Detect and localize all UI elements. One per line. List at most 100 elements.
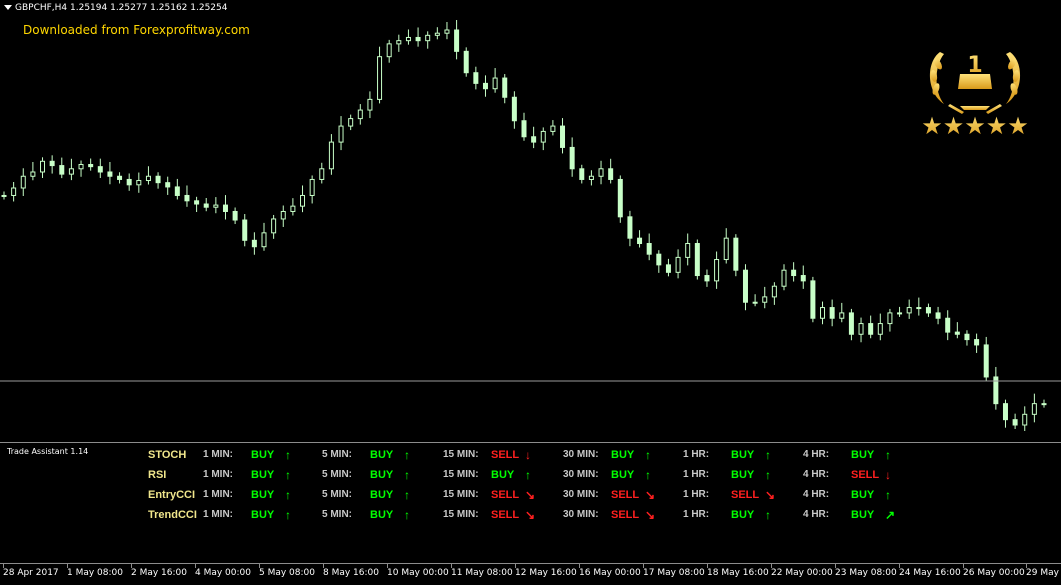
candle-body	[685, 243, 691, 258]
badge-number: 1	[967, 53, 982, 78]
timeframe-label: 1 MIN:	[203, 469, 233, 480]
candle-body	[964, 333, 970, 341]
timeframe-label: 1 HR:	[683, 509, 710, 520]
time-label: 11 May 08:00	[451, 568, 513, 578]
candle-body	[261, 232, 267, 248]
candle-body	[126, 178, 132, 186]
candle-body	[107, 171, 113, 177]
arrow-up-icon: ↑	[765, 448, 771, 462]
candlestick-chart	[0, 20, 1061, 431]
candle-body	[916, 307, 922, 310]
watermark-text: Downloaded from Forexprofitway.com	[23, 23, 250, 37]
timeframe-label: 4 HR:	[803, 489, 830, 500]
signal-label: SELL	[611, 509, 640, 521]
candle-body	[848, 312, 854, 335]
signal-label: BUY	[851, 489, 875, 501]
timeframe-label: 30 MIN:	[563, 449, 599, 460]
candle-body	[714, 259, 720, 282]
timeframe-label: 30 MIN:	[563, 489, 599, 500]
trade-assistant-panel: Trade Assistant 1.14 STOCH 1 MIN: BUY ↑ 5 MI…	[0, 444, 1061, 564]
candle-body	[117, 175, 123, 180]
arrow-down-icon: ↘	[645, 488, 656, 502]
arrow-down-icon: ↘	[765, 488, 776, 502]
signal-label: BUY	[251, 449, 275, 461]
candle-body	[232, 210, 238, 221]
arrow-up-icon: ↑	[885, 448, 891, 462]
timeframe-label: 5 MIN:	[322, 509, 352, 520]
timeframe-label: 5 MIN:	[322, 489, 352, 500]
candle-body	[145, 175, 151, 182]
price-chart[interactable]: GBPCHF,H4 1.25194 1.25277 1.25162 1.2525…	[0, 0, 1061, 443]
candle-body	[810, 280, 816, 319]
arrow-up-icon: ↑	[645, 468, 651, 482]
time-label: 22 May 00:00	[771, 568, 833, 578]
candle-body	[1, 194, 7, 197]
rating-stars: ★★★★★	[921, 112, 1029, 140]
signal-label: BUY	[731, 449, 755, 461]
time-label: 16 May 00:00	[579, 568, 641, 578]
candle-body	[608, 168, 614, 180]
candle-body	[174, 186, 180, 196]
time-label: 10 May 00:00	[387, 568, 449, 578]
time-label: 17 May 08:00	[643, 568, 705, 578]
candle-body	[945, 317, 951, 333]
candle-body	[222, 204, 228, 212]
timeframe-label: 30 MIN:	[563, 509, 599, 520]
time-label: 1 May 08:00	[67, 568, 123, 578]
candle-body	[704, 275, 710, 282]
candle-body	[377, 56, 383, 100]
indicator-name: TrendCCI	[148, 509, 197, 521]
time-label: 29 May	[1026, 568, 1059, 578]
candle-body	[357, 109, 363, 120]
candle-body	[637, 237, 643, 245]
candle-body	[444, 29, 450, 34]
trophy-badge-icon: 1 ★★★★★	[921, 52, 1029, 140]
candle-body	[617, 178, 623, 218]
candle-body	[242, 219, 248, 241]
candle-body	[742, 269, 748, 303]
candle-body	[405, 36, 411, 42]
candle-body	[694, 243, 700, 277]
time-label: 5 May 08:00	[259, 568, 315, 578]
signal-label: BUY	[731, 509, 755, 521]
signal-label: SELL	[491, 509, 520, 521]
candle-body	[367, 98, 373, 111]
candle-body	[338, 125, 344, 143]
candle-body	[425, 34, 431, 42]
candle-body	[771, 285, 777, 298]
candle-body	[348, 118, 354, 127]
signal-row: EntryCCI 1 MIN: BUY ↑ 5 MIN: BUY ↑ 15 MIN: SELL ↘…	[0, 488, 1061, 503]
arrow-down-icon: ↓	[525, 448, 531, 462]
candle-body	[434, 32, 440, 36]
candle-body	[665, 264, 671, 273]
signal-label: BUY	[251, 509, 275, 521]
candle-body	[540, 130, 546, 143]
signal-label: BUY	[370, 469, 394, 481]
dropdown-triangle-icon[interactable]	[4, 5, 12, 10]
timeframe-label: 15 MIN:	[443, 469, 479, 480]
candle-body	[184, 194, 190, 202]
timeframe-label: 15 MIN:	[443, 509, 479, 520]
candle-body	[839, 312, 845, 319]
time-label: 23 May 08:00	[835, 568, 897, 578]
candle-body	[550, 125, 556, 132]
candle-body	[829, 307, 835, 319]
timeframe-label: 30 MIN:	[563, 469, 599, 480]
candle-body	[897, 312, 903, 315]
candle-body	[598, 168, 604, 177]
arrow-up-icon: ↑	[285, 468, 291, 482]
candle-body	[473, 72, 479, 84]
candle-body	[868, 323, 874, 335]
candle-body	[762, 296, 768, 303]
candle-body	[59, 165, 65, 175]
time-label: 8 May 16:00	[323, 568, 379, 578]
timeframe-label: 4 HR:	[803, 449, 830, 460]
symbol-info[interactable]: GBPCHF,H4 1.25194 1.25277 1.25162 1.2525…	[4, 3, 227, 13]
signal-label: BUY	[851, 509, 875, 521]
time-label: 28 Apr 2017	[3, 568, 59, 578]
candle-body	[78, 164, 84, 170]
candle-body	[319, 168, 325, 180]
symbol-ohlc: GBPCHF,H4 1.25194 1.25277 1.25162 1.2525…	[15, 3, 228, 13]
candle-body	[954, 331, 960, 335]
candle-body	[511, 96, 517, 122]
